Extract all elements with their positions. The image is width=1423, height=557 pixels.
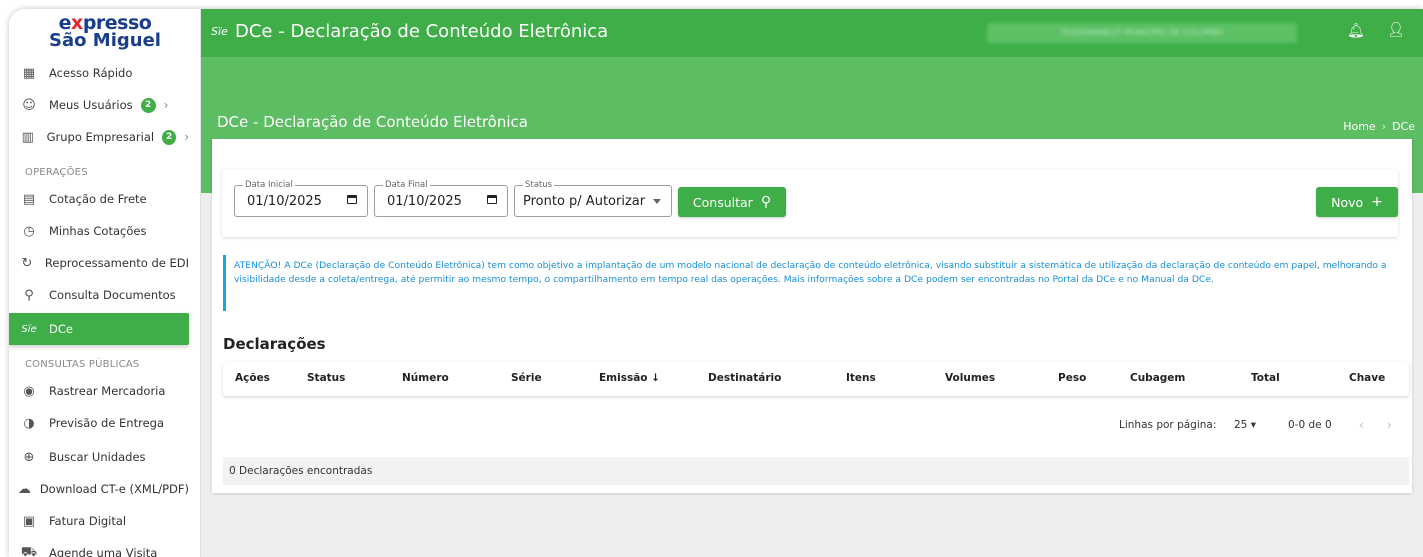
- column-header-volumes[interactable]: Volumes: [945, 372, 995, 384]
- page-title: DCe - Declaração de Conteúdo Eletrônica: [217, 113, 528, 131]
- column-header-total[interactable]: Total: [1251, 372, 1280, 384]
- sidebar-item-agende-visita[interactable]: ⛟ Agende uma Visita: [9, 537, 189, 557]
- dce-icon: Sïe: [21, 323, 37, 335]
- grid-icon: ▦: [22, 65, 36, 81]
- brand-logo[interactable]: expresso São Miguel: [9, 9, 201, 57]
- sidebar-item-acesso-rapido[interactable]: ▦ Acesso Rápido: [9, 57, 189, 89]
- search-icon: ⚲: [760, 194, 772, 210]
- bell-icon[interactable]: 🔔︎: [1347, 23, 1365, 39]
- breadcrumb: Home › DCe: [1343, 120, 1415, 133]
- sidebar-item-fatura-digital[interactable]: ▣ Fatura Digital: [9, 505, 189, 537]
- sidebar-item-dce[interactable]: Sïe DCe: [9, 313, 189, 345]
- user-name-field[interactable]: TEODEMANELTI MUNICIPIO DE COLOMBO: [987, 23, 1297, 43]
- results-count: 0 Declarações encontradas: [223, 457, 1409, 485]
- clock-icon: ◷: [23, 223, 35, 239]
- target-icon: ◉: [23, 383, 35, 399]
- rows-per-page-label: Linhas por página:: [1119, 419, 1217, 431]
- column-header-peso[interactable]: Peso: [1058, 372, 1086, 384]
- rows-per-page-select[interactable]: 25 ▾: [1234, 419, 1256, 431]
- window-frame: expresso São Miguel ▦ Acesso Rápido ☺ Me…: [0, 0, 1423, 557]
- column-header-chave[interactable]: Chave: [1349, 372, 1385, 384]
- sidebar-item-meus-usuarios[interactable]: ☺ Meus Usuários 2 ›: [9, 89, 189, 121]
- half-circle-icon: ◑: [23, 415, 35, 431]
- dce-icon: Sïe: [211, 25, 228, 38]
- face-icon: ☺: [22, 97, 36, 113]
- calendar-icon[interactable]: [347, 195, 357, 204]
- end-date-field[interactable]: Data Final 01/10/2025: [374, 179, 508, 217]
- app-title: DCe - Declaração de Conteúdo Eletrônica: [235, 21, 609, 42]
- top-app-bar: Sïe DCe - Declaração de Conteúdo Eletrôn…: [201, 9, 1423, 57]
- sidebar-item-grupo-empresarial[interactable]: ▥ Grupo Empresarial 2 ›: [9, 121, 189, 153]
- column-header-destinatario[interactable]: Destinatário: [708, 372, 781, 384]
- consultar-button[interactable]: Consultar ⚲: [678, 187, 786, 217]
- add-circle-icon: ⊕: [23, 449, 35, 465]
- person-icon[interactable]: 👤︎: [1387, 22, 1405, 38]
- pdf-icon: ▣: [22, 513, 36, 529]
- info-alert: ATENÇÃO! A DCe (Declaração de Conteúdo E…: [223, 255, 1403, 311]
- column-header-itens[interactable]: Itens: [846, 372, 876, 384]
- column-header-status[interactable]: Status: [307, 372, 345, 384]
- start-date-field[interactable]: Data Inicial 01/10/2025: [234, 179, 368, 217]
- plus-icon: +: [1371, 194, 1383, 210]
- chevron-right-icon: ›: [163, 98, 169, 112]
- sidebar-item-buscar-unidades[interactable]: ⊕ Buscar Unidades: [9, 441, 189, 473]
- dropdown-caret-icon: [653, 199, 661, 204]
- app-window: expresso São Miguel ▦ Acesso Rápido ☺ Me…: [9, 9, 1423, 557]
- page-range: 0-0 de 0: [1288, 419, 1332, 431]
- column-header-cubagem[interactable]: Cubagem: [1130, 372, 1185, 384]
- search-icon: ⚲: [24, 287, 34, 303]
- column-header-acoes: Ações: [235, 372, 270, 384]
- count-badge: 2: [162, 129, 177, 145]
- calendar-icon[interactable]: [487, 195, 497, 204]
- truck-icon: ⛟: [20, 544, 38, 557]
- section-label-operacoes: OPERAÇÕES: [25, 167, 88, 178]
- building-icon: ▥: [21, 129, 34, 145]
- next-page-button[interactable]: ›: [1387, 418, 1392, 432]
- breadcrumb-home[interactable]: Home: [1343, 120, 1375, 133]
- novo-button[interactable]: Novo +: [1316, 187, 1398, 217]
- cloud-download-icon: ☁: [17, 481, 31, 497]
- column-header-numero[interactable]: Número: [402, 372, 449, 384]
- sidebar-item-rastrear-mercadoria[interactable]: ◉ Rastrear Mercadoria: [9, 375, 189, 407]
- sidebar-item-previsao-entrega[interactable]: ◑ Previsão de Entrega: [9, 407, 189, 439]
- main-card: Data Inicial 01/10/2025 Data Final 01/10…: [212, 139, 1412, 493]
- column-header-emissao[interactable]: Emissão ↓: [599, 372, 660, 384]
- section-title: Declarações: [223, 335, 326, 353]
- sidebar-item-download-cte[interactable]: ☁ Download CT-e (XML/PDF): [9, 473, 189, 505]
- sidebar-item-reprocessamento-edi[interactable]: ↻ Reprocessamento de EDI: [9, 247, 189, 279]
- section-label-consultas-publicas: CONSULTAS PÚBLICAS: [25, 359, 140, 370]
- sync-icon: ↻: [21, 255, 33, 271]
- sidebar-item-consulta-documentos[interactable]: ⚲ Consulta Documentos: [9, 279, 189, 311]
- sidebar-item-minhas-cotacoes[interactable]: ◷ Minhas Cotações: [9, 215, 189, 247]
- sidebar: expresso São Miguel ▦ Acesso Rápido ☺ Me…: [9, 9, 201, 557]
- previous-page-button[interactable]: ‹: [1359, 418, 1364, 432]
- column-header-serie[interactable]: Série: [511, 372, 542, 384]
- chevron-right-icon: ›: [184, 130, 189, 144]
- sidebar-item-cotacao-frete[interactable]: ▤ Cotação de Frete: [9, 183, 189, 215]
- status-select[interactable]: Status Pronto p/ Autorizar: [514, 179, 672, 217]
- breadcrumb-separator: ›: [1381, 120, 1387, 133]
- clipboard-icon: ▤: [22, 191, 36, 207]
- breadcrumb-current: DCe: [1392, 120, 1415, 133]
- table-header: Ações Status Número Série Emissão ↓ Dest…: [223, 362, 1409, 396]
- filter-bar: Data Inicial 01/10/2025 Data Final 01/10…: [222, 169, 1398, 237]
- count-badge: 2: [140, 97, 156, 113]
